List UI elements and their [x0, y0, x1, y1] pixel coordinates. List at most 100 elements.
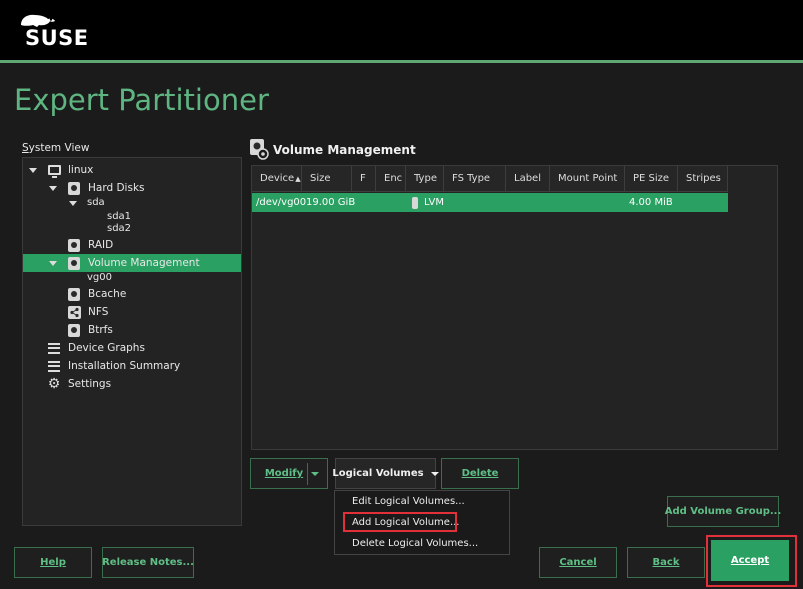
cancel-button-label: Cancel: [559, 557, 597, 568]
add-volume-group-button-label: Add Volume Group...: [664, 506, 782, 517]
cancel-button[interactable]: Cancel: [539, 547, 617, 578]
tree-item-nfs[interactable]: NFS: [23, 303, 241, 321]
tree-item-label: NFS: [88, 306, 109, 318]
cell-device: /dev/vg00: [256, 197, 307, 208]
column-header-label: F: [360, 173, 366, 184]
column-header-label: PE Size: [633, 173, 670, 184]
cell-label: [506, 193, 550, 212]
tree-item-label: vg00: [87, 272, 112, 283]
accept-button[interactable]: Accept: [711, 540, 789, 581]
cell-type: LVM: [406, 193, 444, 212]
chevron-down-icon[interactable]: [311, 472, 319, 476]
column-header-size[interactable]: Size: [302, 166, 352, 192]
column-header-device[interactable]: Device ▲: [252, 166, 302, 192]
tree-item-label: sda: [87, 197, 105, 208]
column-header-label: Stripes: [686, 173, 721, 184]
column-header-label: Type: [414, 173, 437, 184]
cell-mount-point: [550, 193, 625, 212]
gear-icon: ⚙: [47, 376, 61, 392]
modify-button[interactable]: Modify: [250, 458, 328, 489]
tree-item-label: Bcache: [88, 288, 127, 300]
list-icon: [47, 359, 61, 373]
accept-button-label: Accept: [730, 555, 770, 566]
highlight-box: [343, 512, 457, 532]
page-title: Expert Partitioner: [14, 83, 269, 117]
split-divider: [307, 463, 308, 485]
tree-item-label: linux: [68, 164, 94, 176]
tree-item-bcache[interactable]: Bcache: [23, 285, 241, 303]
back-button[interactable]: Back: [627, 547, 705, 578]
cell-enc: [376, 193, 406, 212]
volume-management-icon: [249, 138, 269, 163]
cell-size: 19.00 GiB: [306, 197, 356, 208]
column-header-type[interactable]: Type: [406, 166, 444, 192]
menu-item-delete-logical-volumes[interactable]: Delete Logical Volumes...: [352, 538, 478, 549]
volume-table[interactable]: Device ▲ Size F Enc Type FS Type Label Mo…: [251, 165, 778, 450]
cell-type-label: LVM: [424, 197, 444, 208]
column-header-stripes[interactable]: Stripes: [678, 166, 728, 192]
tree-item-linux[interactable]: linux: [23, 161, 241, 179]
cell-f: [352, 193, 376, 212]
computer-icon: [47, 163, 61, 178]
expand-triangle-icon[interactable]: [49, 261, 57, 266]
column-header-label: Size: [310, 173, 331, 184]
cell-fs-type: [444, 193, 506, 212]
sort-ascending-icon: ▲: [295, 174, 301, 183]
top-bar: SUSE: [0, 0, 803, 60]
column-header-enc[interactable]: Enc: [376, 166, 406, 192]
system-view-label-rest: ystem View: [28, 142, 90, 154]
column-header-mount-point[interactable]: Mount Point: [550, 166, 625, 192]
system-view-label-mnemonic: S: [22, 142, 29, 154]
tree-item-installation-summary[interactable]: Installation Summary: [23, 357, 241, 375]
tree-item-label: Hard Disks: [88, 182, 145, 194]
volume-management-icon: [67, 256, 81, 270]
table-row[interactable]: /dev/vg00 19.00 GiB LVM 4.00 MiB: [252, 193, 728, 212]
delete-button-label: Delete: [461, 468, 499, 479]
accent-line: [0, 60, 803, 63]
tree-item-settings[interactable]: ⚙ Settings: [23, 375, 241, 393]
column-header-label[interactable]: Label: [506, 166, 550, 192]
lvm-icon: [412, 196, 419, 209]
release-notes-button[interactable]: Release Notes...: [102, 547, 194, 578]
tree-item-label: Btrfs: [88, 324, 113, 336]
expand-triangle-icon[interactable]: [69, 201, 77, 206]
column-header-label: Enc: [384, 173, 403, 184]
column-header-label: Mount Point: [558, 173, 618, 184]
tree-item-label: Volume Management: [88, 257, 200, 269]
tree-item-label: RAID: [88, 239, 114, 251]
column-header-pe-size[interactable]: PE Size: [625, 166, 678, 192]
logical-volumes-menu: Edit Logical Volumes... Add Logical Volu…: [334, 490, 510, 555]
expand-triangle-icon[interactable]: [29, 168, 37, 173]
delete-button[interactable]: Delete: [441, 458, 519, 489]
suse-logo-text: SUSE: [25, 26, 89, 50]
expand-triangle-icon[interactable]: [49, 186, 57, 191]
column-header-label: Label: [514, 173, 541, 184]
help-button[interactable]: Help: [14, 547, 92, 578]
system-view-tree[interactable]: linux Hard Disks sda sda1 sda2 RAID Volu…: [22, 157, 242, 526]
tree-item-raid[interactable]: RAID: [23, 236, 241, 254]
help-button-label: Help: [40, 557, 66, 568]
tree-item-device-graphs[interactable]: Device Graphs: [23, 339, 241, 357]
nfs-share-icon: [67, 305, 81, 319]
menu-item-edit-logical-volumes[interactable]: Edit Logical Volumes...: [352, 496, 465, 507]
chevron-down-icon: [430, 471, 439, 476]
list-icon: [47, 341, 61, 355]
cell-pe-size: 4.00 MiB: [629, 197, 673, 208]
release-notes-button-label: Release Notes...: [102, 557, 194, 568]
raid-icon: [67, 238, 81, 252]
tree-item-label: Installation Summary: [68, 360, 181, 372]
btrfs-icon: [67, 323, 81, 337]
tree-item-label: Device Graphs: [68, 342, 145, 354]
suse-logo: SUSE: [15, 12, 90, 50]
column-header-f[interactable]: F: [352, 166, 376, 192]
tree-item-btrfs[interactable]: Btrfs: [23, 321, 241, 339]
section-title: Volume Management: [273, 143, 416, 157]
back-button-label: Back: [652, 557, 680, 568]
logical-volumes-menu-button[interactable]: Logical Volumes: [332, 458, 439, 489]
tree-item-label: sda2: [107, 223, 132, 234]
column-header-fs-type[interactable]: FS Type: [444, 166, 506, 192]
column-header-label: FS Type: [452, 173, 491, 184]
tree-item-label: Settings: [68, 378, 112, 390]
hard-disk-icon: [67, 181, 81, 195]
add-volume-group-button[interactable]: Add Volume Group...: [664, 496, 782, 527]
